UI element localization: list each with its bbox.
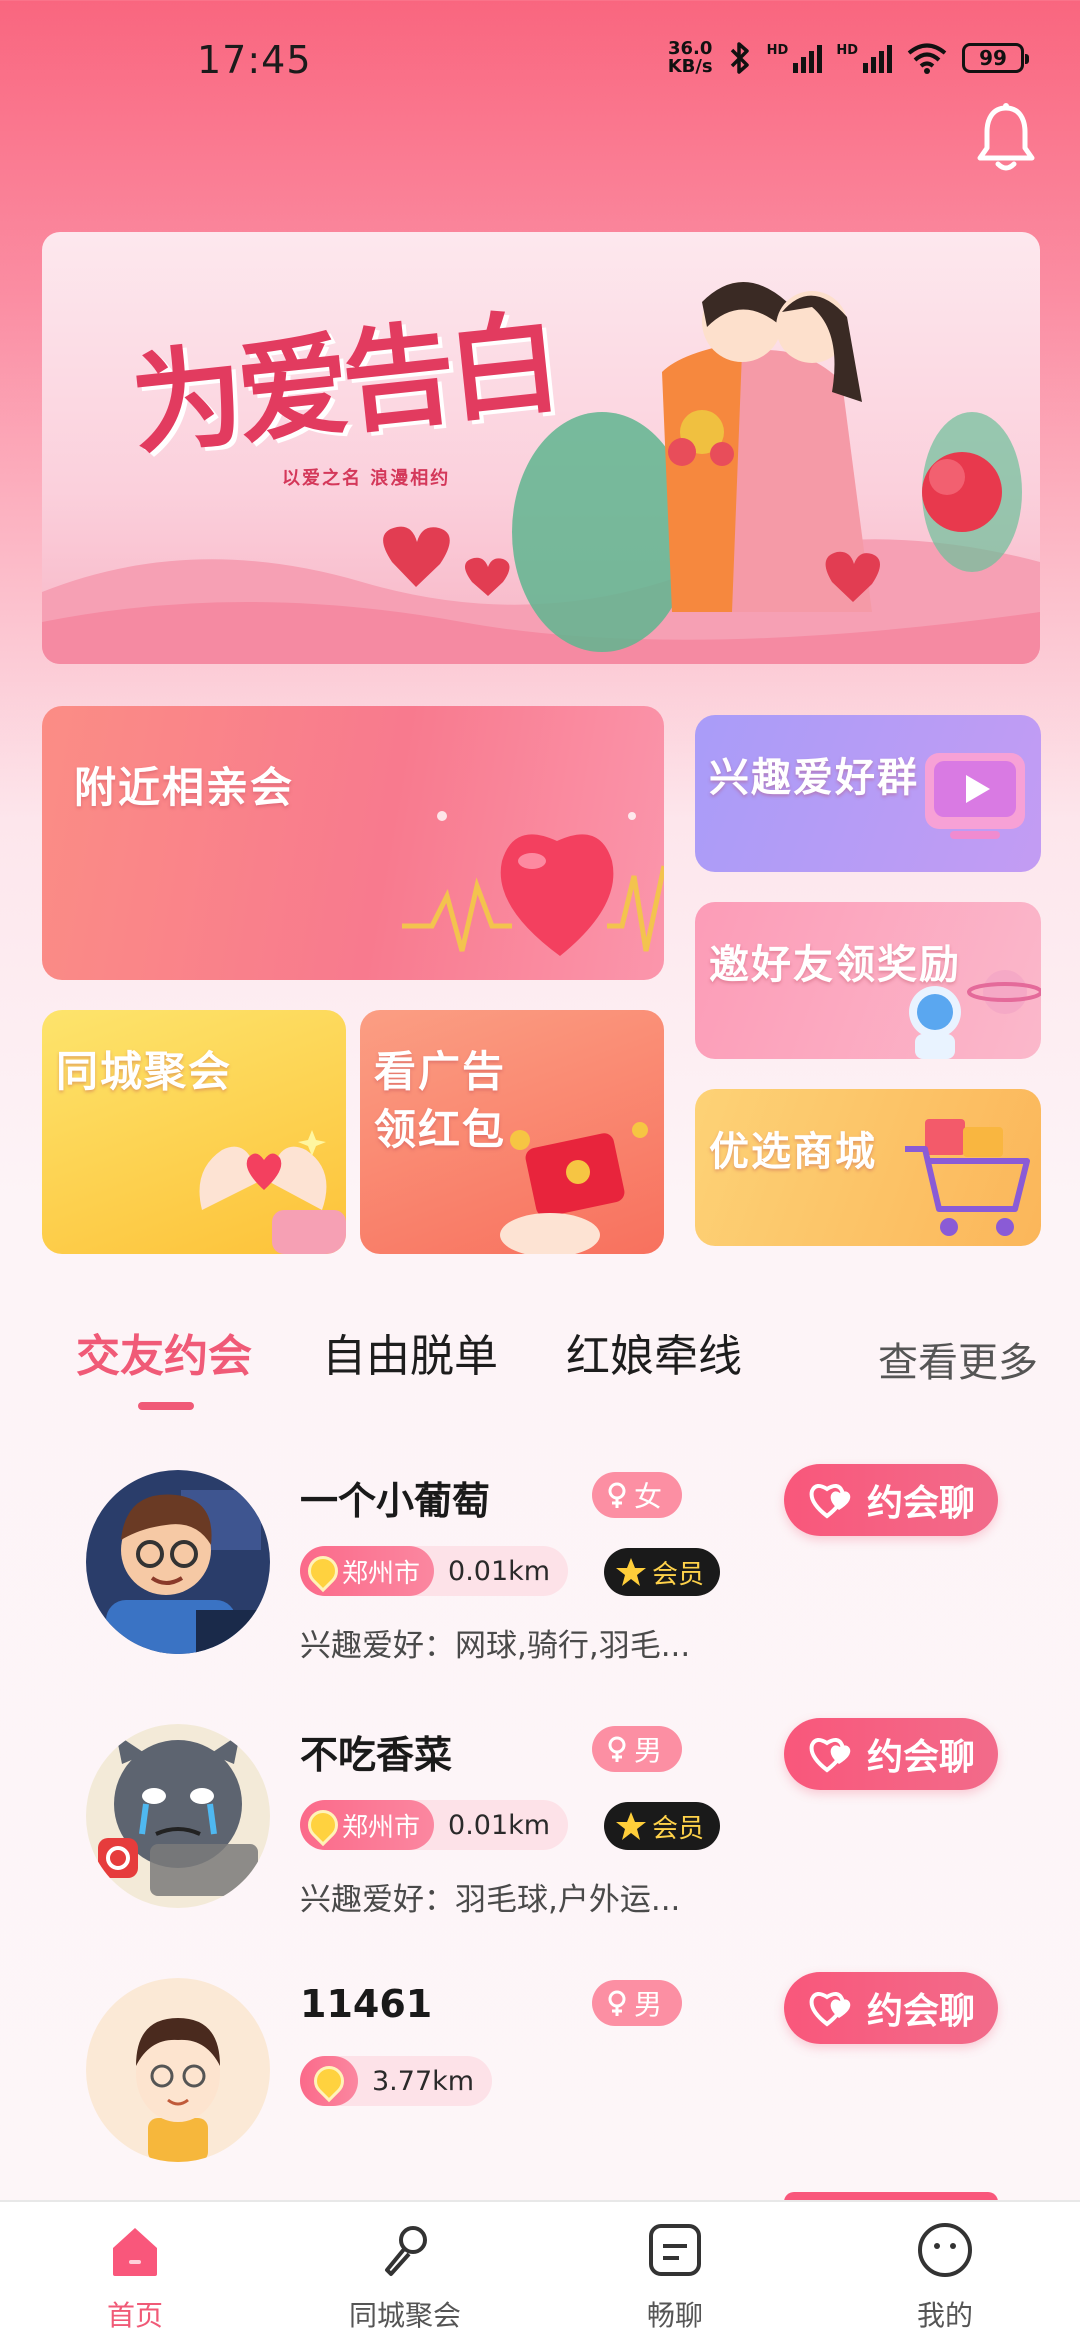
bell-icon[interactable] [975,102,1037,174]
nav-profile[interactable]: 我的 [845,2202,1045,2340]
female-icon [608,1482,626,1508]
star-icon [616,1812,646,1840]
watch-ad-label-line1: 看广告 [374,1047,507,1096]
tab-dating[interactable]: 交友约会 [76,1320,252,1384]
gender-badge: 女 [592,1472,683,1518]
invite-friends-card[interactable]: 邀好友领奖励 [695,902,1041,1059]
cell-signal-icon-2: HD [836,43,892,73]
status-icons: 36.0 KB/s HD HD 99 [667,38,1029,77]
nav-city-party[interactable]: 同城聚会 [305,2202,505,2340]
city-party-label: 同城聚会 [56,1047,233,1096]
city-party-card[interactable]: 同城聚会 [42,1010,346,1254]
double-heart-icon [809,1992,851,2027]
user-card[interactable]: 不吃香菜 男 约会聊 郑州市 0.01km 会员 兴趣爱好：羽毛球,户外运... [0,1718,1080,1954]
distance: 3.77km [372,2065,475,2097]
user-name: 11461 [300,1982,433,2026]
premium-mall-card[interactable]: 优选商城 [695,1089,1041,1246]
battery-icon: 99 [962,43,1029,73]
user-card[interactable]: 一个小葡萄 女 约会聊 郑州市 0.01km 会员 兴趣爱好：网球,骑行,羽毛.… [0,1464,1080,1700]
video-play-icon [925,753,1025,839]
nearby-matchmaking-label: 附近相亲会 [74,763,295,812]
chat-icon [649,2224,701,2276]
location-pin-icon [307,2059,351,2103]
shopping-cart-icon [905,1119,1030,1236]
avatar[interactable] [86,1470,270,1654]
location-pin-icon [301,1549,345,1593]
vip-badge: 会员 [604,1548,721,1596]
star-icon [616,1558,646,1586]
active-tab-indicator [138,1402,194,1410]
bottom-navigation: 首页 同城聚会 畅聊 我的 [0,2200,1080,2340]
avatar[interactable] [86,1978,270,2162]
red-envelope-icon [500,1122,648,1254]
distance: 0.01km [448,1555,551,1587]
heart-icon [402,811,664,956]
user-name: 一个小葡萄 [300,1479,491,1523]
wifi-icon [907,43,947,74]
premium-mall-label: 优选商城 [709,1129,877,1175]
watch-ad-red-packet-card[interactable]: 看广告 领红包 [360,1010,664,1254]
double-heart-icon [809,1738,851,1773]
location-tag: 郑州市 0.01km [300,1800,569,1850]
tab-matchmaker[interactable]: 红娘牵线 [566,1320,742,1384]
vip-badge: 会员 [604,1802,721,1850]
status-bar: 17:45 36.0 KB/s HD HD 99 [0,0,1080,120]
watch-ad-label-line2: 领红包 [374,1105,507,1154]
nav-home[interactable]: 首页 [35,2202,235,2340]
hobbies: 兴趣爱好：羽毛球,户外运... [300,1882,681,1918]
gender-badge: 男 [592,1980,683,2026]
location-pin-icon [301,1803,345,1847]
user-card[interactable]: 11461 男 约会聊 3.77km [0,1972,1080,2208]
distance: 0.01km [448,1809,551,1841]
promo-banner[interactable]: 为爱告白 以爱之名 浪漫相约 [42,232,1040,664]
nearby-matchmaking-card[interactable]: 附近相亲会 [42,706,664,980]
bluetooth-icon [730,42,749,74]
location-tag: 郑州市 0.01km [300,1546,569,1596]
nav-chat[interactable]: 畅聊 [575,2202,775,2340]
status-time: 17:45 [197,38,312,82]
hobby-group-label: 兴趣爱好群 [709,755,919,801]
hobbies: 兴趣爱好：网球,骑行,羽毛... [300,1628,691,1664]
female-icon [608,1736,626,1762]
profile-icon [918,2223,972,2277]
user-name: 不吃香菜 [300,1733,453,1777]
view-more-link[interactable]: 查看更多 [878,1330,1038,1388]
double-heart-icon [809,1484,851,1519]
avatar[interactable] [86,1724,270,1908]
date-chat-button[interactable]: 约会聊 [784,1464,998,1536]
heart-hands-icon [199,1130,346,1254]
date-chat-button[interactable]: 约会聊 [784,1972,998,2044]
network-speed: 36.0 KB/s [667,38,713,77]
tab-free-dating[interactable]: 自由脱单 [322,1320,498,1384]
banner-subtitle: 以爱之名 浪漫相约 [282,468,451,489]
microphone-icon [385,2226,427,2276]
location-tag: 3.77km [300,2056,493,2106]
home-icon [113,2228,157,2276]
hobby-group-card[interactable]: 兴趣爱好群 [695,715,1041,872]
date-chat-button[interactable]: 约会聊 [784,1718,998,1790]
gender-badge: 男 [592,1726,683,1772]
invite-friends-label: 邀好友领奖励 [709,942,961,988]
cell-signal-icon: HD [767,43,823,73]
female-icon [608,1990,626,2016]
